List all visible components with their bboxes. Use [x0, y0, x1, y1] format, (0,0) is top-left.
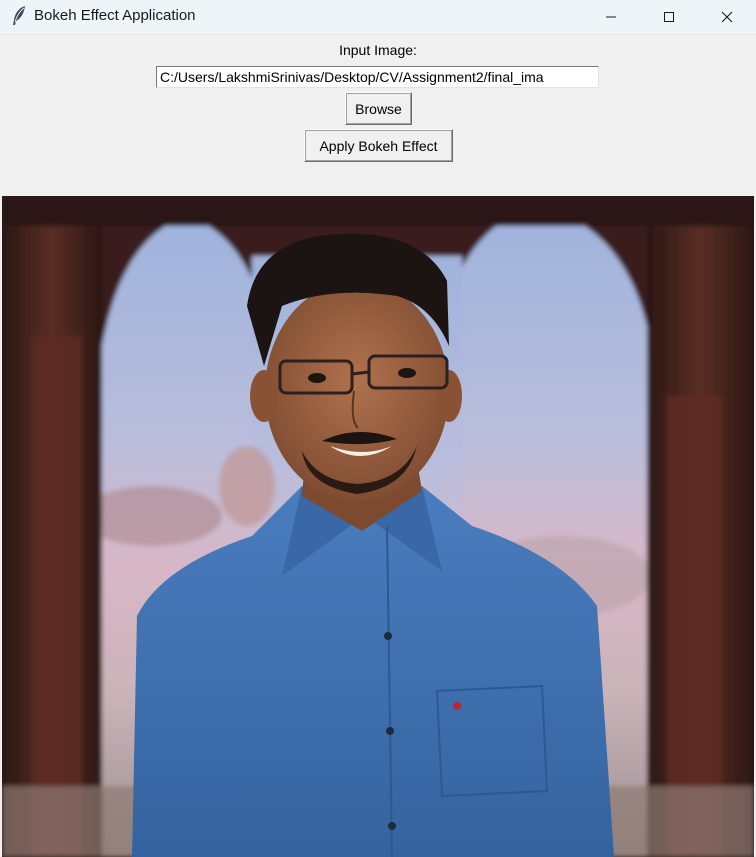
maximize-button[interactable] [640, 0, 698, 34]
app-window: Bokeh Effect Application Input Image: Br… [0, 0, 756, 857]
apply-bokeh-button[interactable]: Apply Bokeh Effect [304, 129, 453, 162]
browse-button[interactable]: Browse [345, 92, 412, 125]
minimize-icon [605, 11, 617, 23]
close-icon [721, 11, 733, 23]
minimize-button[interactable] [582, 0, 640, 34]
input-path-field[interactable] [156, 66, 599, 88]
maximize-icon [663, 11, 675, 23]
close-button[interactable] [698, 0, 756, 34]
input-image-label: Input Image: [339, 42, 417, 58]
window-title: Bokeh Effect Application [34, 7, 196, 24]
bokeh-result-image [2, 196, 754, 857]
title-bar[interactable]: Bokeh Effect Application [0, 0, 756, 35]
controls-panel: Input Image: Browse Apply Bokeh Effect [0, 35, 756, 195]
image-canvas [2, 196, 754, 857]
feather-icon [10, 5, 28, 27]
